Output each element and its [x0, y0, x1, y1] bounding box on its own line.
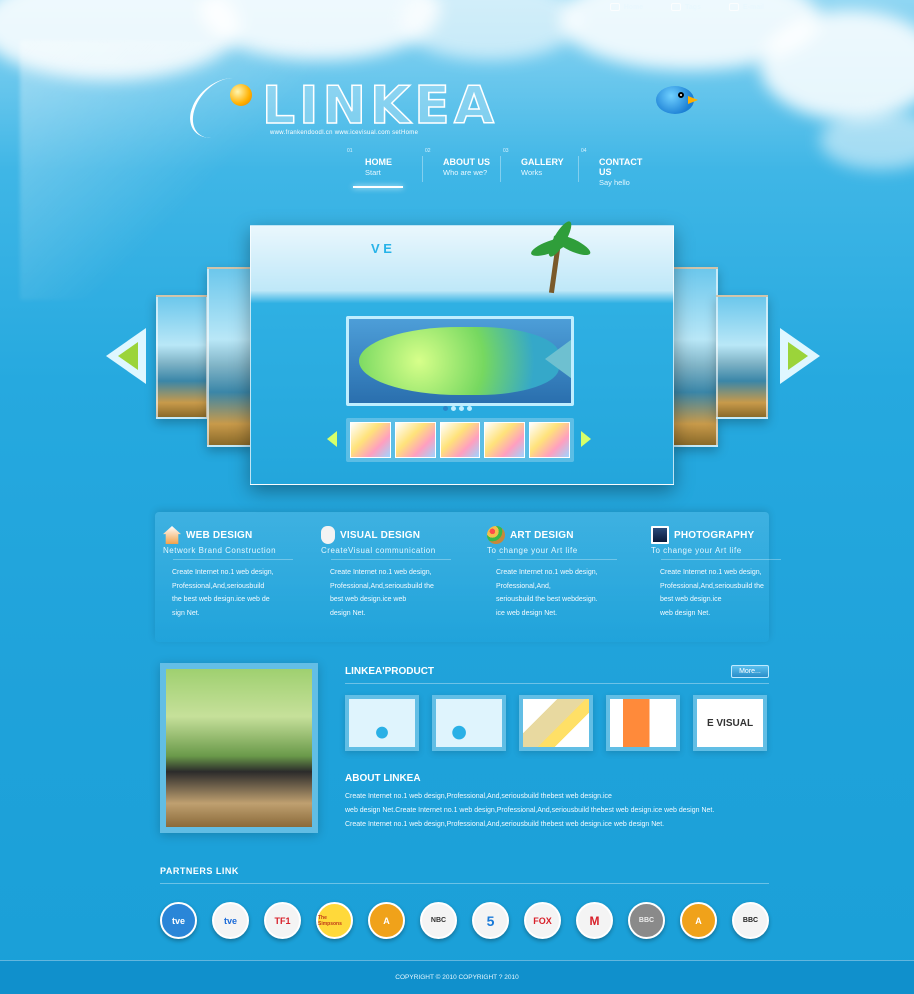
service-photography[interactable]: PHOTOGRAPHY To change your Art life Crea… — [651, 526, 801, 620]
partner-tve-logo[interactable]: tve — [160, 902, 197, 939]
divider — [345, 683, 769, 684]
palm-tree-image — [516, 218, 596, 296]
partner-antena3-logo[interactable]: A — [368, 902, 405, 939]
featured-fish-image[interactable] — [346, 316, 574, 406]
logo-text: LINKEA — [261, 75, 499, 137]
product-section-title: LINKEA'PRODUCT — [345, 666, 435, 677]
about-title: ABOUT LINKEA — [345, 773, 421, 784]
mail-icon — [728, 3, 739, 11]
service-web-design[interactable]: WEB DESIGN Network Brand Construction Cr… — [163, 526, 313, 620]
page-dot[interactable] — [459, 406, 464, 411]
profile-photo — [160, 663, 318, 833]
services-section: WEB DESIGN Network Brand Construction Cr… — [155, 512, 781, 642]
nav-item-home[interactable]: 01 HOME Start — [345, 148, 422, 188]
mouse-icon — [321, 526, 335, 544]
slider-prev-arrow-icon[interactable] — [106, 328, 146, 384]
partners-title: PARTNERS LINK — [160, 866, 239, 876]
copyright-text: COPYRIGHT © 2010 COPYRIGHT ? 2010 — [395, 974, 519, 981]
service-visual-design[interactable]: VISUAL DESIGN CreateVisual communication… — [321, 526, 471, 620]
partners-list: tve tve TF1 The Simpsons A NBC 5 FOX M B… — [160, 902, 769, 939]
toplink-tags[interactable]: Tags — [671, 3, 701, 11]
page-dot[interactable] — [443, 406, 448, 411]
more-button[interactable]: More... — [731, 665, 769, 678]
page-dot[interactable] — [451, 406, 456, 411]
product-list: E VISUAL — [345, 695, 767, 751]
partner-fox-logo[interactable]: FOX — [524, 902, 561, 939]
person-on-bench-image — [166, 669, 312, 827]
showcase-slider: V E — [0, 218, 914, 490]
slide-left[interactable] — [207, 267, 253, 447]
nav-item-about[interactable]: 02 ABOUT US Who are we? — [423, 148, 500, 188]
partner-bbc-logo[interactable]: BBC — [732, 902, 769, 939]
partner-telecinco-logo[interactable]: 5 — [472, 902, 509, 939]
product-thumbnail[interactable]: E VISUAL — [693, 695, 767, 751]
partner-nbc-logo[interactable]: NBC — [420, 902, 457, 939]
slide-logo: V E — [371, 241, 392, 256]
site-logo[interactable]: LINKEA www.frankendoodl.cn www.icevisual… — [181, 70, 495, 140]
product-thumbnail[interactable] — [606, 695, 680, 751]
product-thumbnail[interactable] — [519, 695, 593, 751]
product-thumbnail[interactable] — [345, 695, 419, 751]
slide-thumbnails — [346, 418, 574, 462]
thumbnail[interactable] — [350, 422, 391, 458]
service-art-design[interactable]: ART DESIGN To change your Art life Creat… — [487, 526, 637, 620]
logo-urls: www.frankendoodl.cn www.icevisual.com se… — [270, 130, 419, 136]
home-icon — [163, 526, 181, 544]
page-dot[interactable] — [467, 406, 472, 411]
nav-item-contact[interactable]: 04 CONTACT US Say hello — [579, 148, 656, 188]
palette-icon — [487, 526, 505, 544]
footer: COPYRIGHT © 2010 COPYRIGHT ? 2010 — [0, 960, 914, 994]
slider-next-arrow-icon[interactable] — [780, 328, 820, 384]
thumbnail[interactable] — [394, 422, 436, 458]
thumbnail[interactable] — [439, 422, 481, 458]
partner-antena3-logo[interactable]: A — [680, 902, 717, 939]
slide-far-left[interactable] — [156, 295, 208, 419]
bird-mascot-icon — [648, 80, 704, 120]
nav-item-gallery[interactable]: 03 GALLERY Works — [501, 148, 578, 188]
logo-ball-icon — [230, 84, 252, 106]
partner-tve-logo[interactable]: tve — [212, 902, 249, 939]
product-thumbnail[interactable] — [432, 695, 506, 751]
main-nav: 01 HOME Start 02 ABOUT US Who are we? 03… — [345, 148, 656, 188]
about-text: Create Internet no.1 web design,Professi… — [345, 793, 715, 828]
partner-bbc-logo[interactable]: BBC — [628, 902, 665, 939]
thumbnail[interactable] — [484, 422, 526, 458]
toplink-email[interactable]: E-mail — [728, 3, 764, 11]
slide-right[interactable] — [672, 267, 718, 447]
thumb-next-arrow-icon[interactable] — [581, 431, 591, 447]
toplink-home[interactable]: Home — [609, 3, 643, 11]
slide-pagination — [443, 406, 472, 411]
partner-m6-logo[interactable]: M — [576, 902, 613, 939]
slide-far-right[interactable] — [716, 295, 768, 419]
partner-simpsons-logo[interactable]: The Simpsons — [316, 902, 353, 939]
tag-icon — [671, 3, 682, 11]
photo-icon — [651, 526, 669, 544]
slide-main[interactable]: V E — [250, 218, 674, 485]
home-icon — [609, 3, 620, 11]
thumb-prev-arrow-icon[interactable] — [327, 431, 337, 447]
divider — [160, 883, 769, 884]
top-links: Home Tags E-mail — [609, 3, 764, 11]
partner-tf1-logo[interactable]: TF1 — [264, 902, 301, 939]
thumbnail[interactable] — [529, 422, 570, 458]
